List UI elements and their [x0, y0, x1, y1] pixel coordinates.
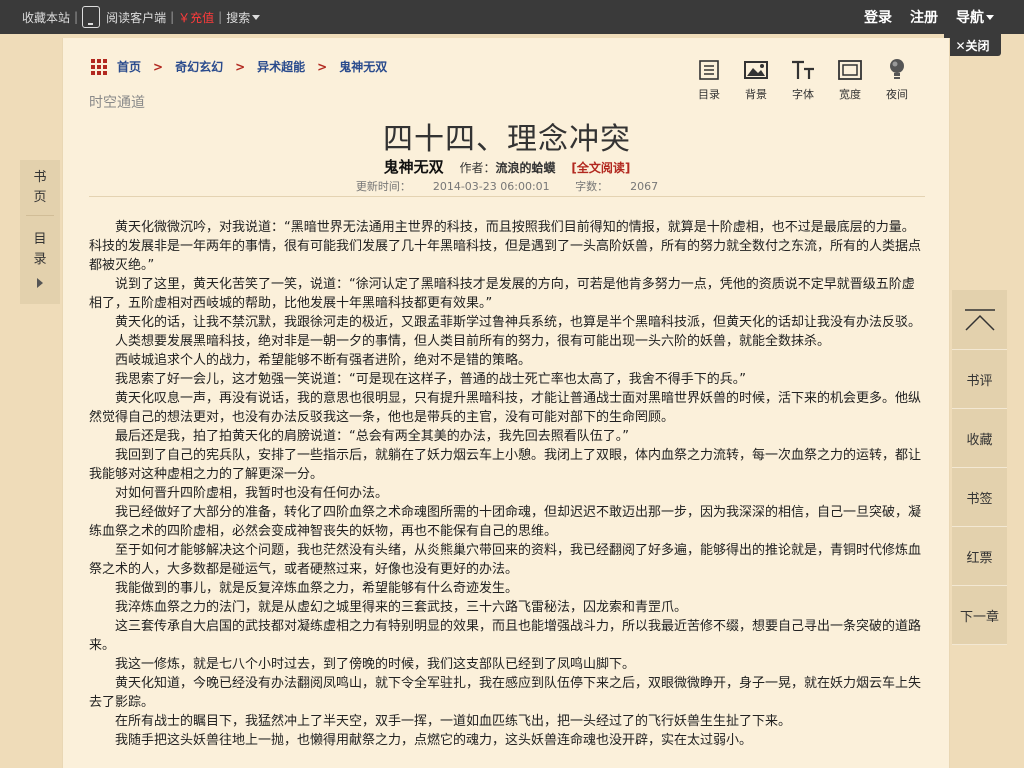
breadcrumb-separator: > — [235, 59, 246, 74]
catalog-tool-label: 目录 — [698, 88, 720, 101]
catalog-button[interactable]: 目 录 — [20, 216, 60, 302]
top-bar-right: 登录 注册 导航 — [864, 0, 994, 34]
chapter-content: 黄天化微微沉吟，对我说道：“黑暗世界无法通用主世界的科技，而且按照我们目前得知的… — [89, 218, 921, 750]
bookmark-button[interactable]: 书签 — [952, 468, 1007, 527]
breadcrumb-separator: > — [317, 59, 328, 74]
left-side-tab: 书 页 目 录 — [20, 160, 60, 304]
breadcrumb-home[interactable]: 首页 — [117, 58, 141, 75]
background-icon — [742, 56, 770, 84]
chapter-meta: 鬼神无双 作者：流浪的蛤蟆 [全文阅读] — [63, 156, 951, 177]
paragraph: 在所有战士的瞩目下，我猛然冲上了半天空，双手一挥，一道如血匹练飞出，把一头经过了… — [115, 714, 792, 729]
paragraph: 我已经做好了大部分的准备，转化了四阶血祭之术命魂图所需的十团命魂，但却迟迟不敢迈… — [89, 505, 922, 539]
breadcrumb: 首页 > 奇幻玄幻 > 异术超能 > 鬼神无双 — [91, 58, 387, 75]
width-tool-label: 宽度 — [839, 88, 861, 101]
close-button[interactable]: ✕关闭 — [944, 34, 1001, 56]
paragraph: 至于如何才能够解决这个问题，我也茫然没有头绪，从炎熊巢穴带回来的资料，我已经翻阅… — [89, 543, 922, 577]
paragraph: 我淬炼血祭之力的法门，就是从虚幻之城里得来的三套武技，三十六路飞雷秘法，囚龙索和… — [115, 600, 688, 615]
grid-icon — [91, 58, 107, 75]
chapter-title: 四十四、理念冲突 — [383, 122, 631, 157]
catalog-tool-button[interactable]: 目录 — [693, 56, 725, 102]
recharge-link[interactable]: ￥充值 — [178, 9, 214, 26]
night-mode-tool-label: 夜间 — [886, 88, 908, 101]
breadcrumb-category[interactable]: 奇幻玄幻 — [175, 58, 223, 75]
reading-client-label: 阅读客户端 — [106, 10, 167, 25]
back-to-top-button[interactable] — [952, 290, 1007, 350]
width-icon — [836, 56, 864, 84]
word-count: 字数： 2067 — [575, 180, 658, 193]
paragraph: 人类想要发展黑暗科技，绝对非是一朝一夕的事情，但人类目前所有的努力，很有可能出现… — [115, 334, 831, 349]
word-count-label: 字数： — [575, 180, 609, 193]
login-link[interactable]: 登录 — [864, 7, 892, 27]
bookpage-label-1: 书 — [33, 169, 47, 185]
paragraph: 我这一修炼，就是七八个小时过去，到了傍晚的时候，我们这支部队已经到了凤鸣山脚下。 — [115, 657, 636, 672]
bookpage-button[interactable]: 书 页 — [20, 160, 60, 215]
update-time-value: 2014-03-23 06:00:01 — [432, 180, 550, 193]
night-mode-tool-button[interactable]: 夜间 — [881, 56, 913, 102]
favorite-button[interactable]: 收藏 — [952, 409, 1007, 468]
paragraph: 说到了这里，黄天化苦笑了一笑，说道：“徐河认定了黑暗科技才是发展的方向，可若是他… — [89, 277, 915, 311]
separator: | — [170, 10, 175, 24]
top-bar: 收藏本站 | 阅读客户端 | ￥充值 | 搜索 登录 注册 导航 — [0, 0, 1024, 34]
next-chapter-button[interactable]: 下一章 — [952, 586, 1007, 645]
background-tool-button[interactable]: 背景 — [740, 56, 772, 102]
night-mode-icon — [883, 56, 911, 84]
paragraph: 我能做到的事儿，就是反复淬炼血祭之力，希望能够有什么奇迹发生。 — [115, 581, 519, 596]
catalog-label-2: 录 — [33, 252, 47, 267]
phone-icon — [82, 6, 101, 28]
breadcrumb-separator: > — [153, 59, 164, 74]
paragraph: 这三套传承自大启国的武技都对凝练虚相之力有特别明显的效果，而且也能增强战斗力，所… — [89, 619, 922, 653]
breadcrumb-book[interactable]: 鬼神无双 — [339, 58, 387, 75]
bookmark-site-link[interactable]: 收藏本站 — [22, 9, 70, 26]
paragraph: 西岐城追求个人的战力，希望能够不断有强者进阶，绝对不是错的策略。 — [115, 353, 532, 368]
reading-client-link[interactable]: 阅读客户端 — [82, 6, 166, 28]
font-icon — [789, 56, 817, 84]
update-time: 更新时间： 2014-03-23 06:00:01 — [356, 180, 550, 193]
author-label: 作者： — [459, 161, 496, 175]
full-read-link[interactable]: [全文阅读] — [571, 161, 630, 175]
paragraph: 最后还是我，拍了拍黄天化的肩膀说道：“总会有两全其美的办法，我先回去照看队伍了。… — [115, 429, 629, 444]
update-time-label: 更新时间： — [355, 180, 411, 193]
width-tool-button[interactable]: 宽度 — [834, 56, 866, 102]
paragraph: 黄天化的话，让我不禁沉默，我跟徐河走的极近，又跟孟菲斯学过鲁神兵系统，也算是半个… — [115, 315, 922, 330]
right-side-panel: 书评 收藏 书签 红票 下一章 — [952, 290, 1007, 645]
font-tool-label: 字体 — [792, 88, 814, 101]
catalog-label-1: 目 — [33, 232, 47, 247]
review-button[interactable]: 书评 — [952, 350, 1007, 409]
paragraph: 黄天化微微沉吟，对我说道：“黑暗世界无法通用主世界的科技，而且按照我们目前得知的… — [89, 220, 922, 273]
chapter-info: 更新时间： 2014-03-23 06:00:01 字数： 2067 — [63, 178, 951, 194]
reading-page: 首页 > 奇幻玄幻 > 异术超能 > 鬼神无双 时空通道 目录 背景 字体 宽度… — [62, 38, 950, 768]
site-name: 时空通道 — [89, 95, 145, 111]
search-label: 搜索 — [226, 10, 251, 25]
paragraph: 我回到了自己的宪兵队，安排了一些指示后，就躺在了妖力烟云车上小憩。我闭上了双眼，… — [89, 448, 922, 482]
background-tool-label: 背景 — [745, 88, 767, 101]
separator: | — [218, 10, 223, 24]
paragraph: 黄天化知道，今晚已经没有办法翻阅凤鸣山，就下令全军驻扎，我在感应到队伍停下来之后… — [89, 676, 922, 710]
breadcrumb-subcategory[interactable]: 异术超能 — [257, 58, 305, 75]
chevron-down-icon — [252, 14, 261, 20]
word-count-value: 2067 — [630, 180, 659, 193]
catalog-icon — [695, 56, 723, 84]
top-bar-left: 收藏本站 | 阅读客户端 | ￥充值 | 搜索 — [22, 0, 261, 34]
nav-label: 导航 — [956, 10, 984, 26]
paragraph: 我随手把这头妖兽往地上一抛，也懒得用献祭之力，点燃它的魂力，这头妖兽连命魂也没开… — [115, 733, 753, 748]
back-to-top-icon — [964, 308, 995, 331]
book-title-link[interactable]: 鬼神无双 — [384, 158, 444, 176]
nav-dropdown[interactable]: 导航 — [956, 7, 994, 27]
search-dropdown[interactable]: 搜索 — [226, 9, 261, 26]
author-link[interactable]: 流浪的蛤蟆 — [496, 161, 556, 175]
arrow-right-icon — [37, 278, 43, 288]
font-tool-button[interactable]: 字体 — [787, 56, 819, 102]
reader-toolbar: 目录 背景 字体 宽度 夜间 — [693, 56, 913, 102]
paragraph: 黄天化叹息一声，再没有说话，我的意思也很明显，只有提升黑暗科技，才能让普通战士面… — [89, 391, 922, 425]
register-link[interactable]: 注册 — [910, 7, 938, 27]
chevron-down-icon — [986, 14, 994, 20]
red-ticket-button[interactable]: 红票 — [952, 527, 1007, 586]
paragraph: 对如何晋升四阶虚相，我暂时也没有任何办法。 — [115, 486, 389, 501]
divider — [89, 196, 925, 197]
bookpage-label-2: 页 — [33, 189, 47, 205]
paragraph: 我思索了好一会儿，这才勉强一笑说道：“可是现在这样子，普通的战士死亡率也太高了，… — [115, 372, 746, 387]
separator: | — [74, 10, 79, 24]
